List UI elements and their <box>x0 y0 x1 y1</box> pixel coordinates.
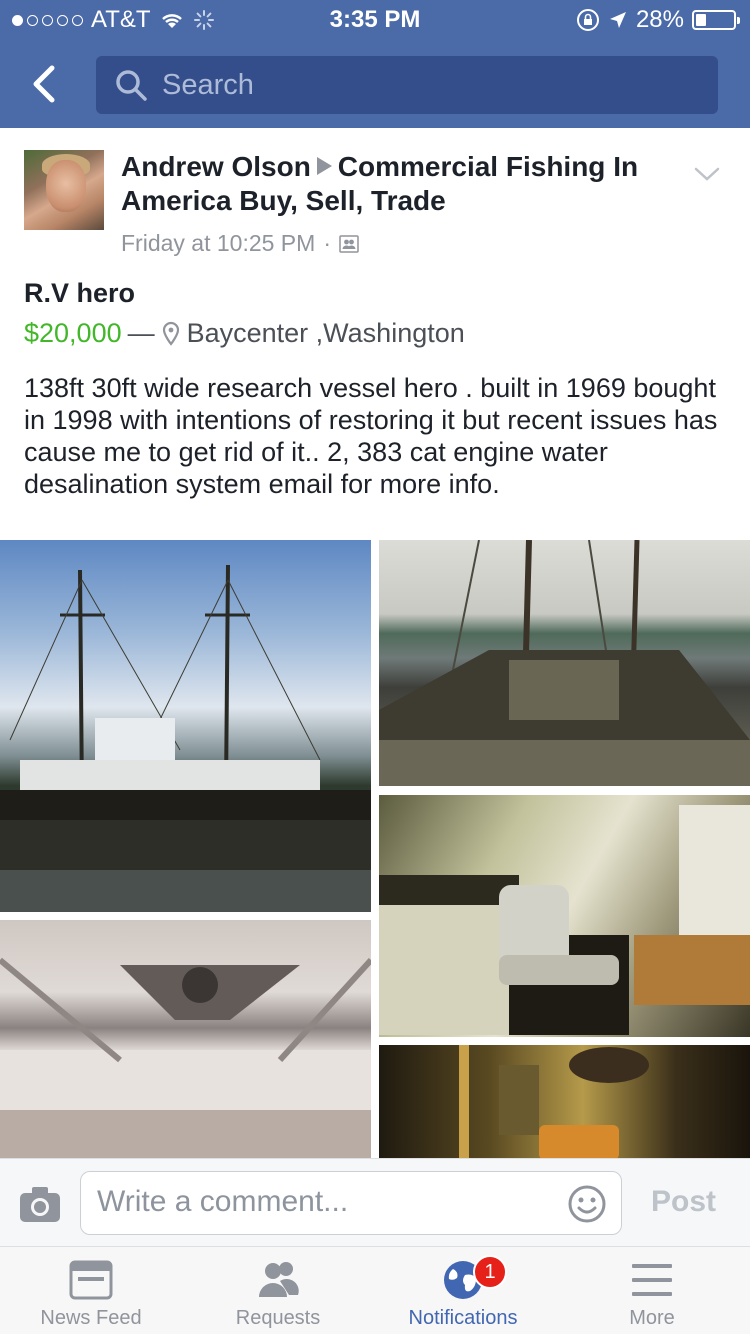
location-arrow-icon <box>609 12 626 28</box>
status-bar: AT&T 3:35 PM 28% <box>0 0 750 40</box>
post-meta: Friday at 10:25 PM · <box>121 230 359 257</box>
shared-to-arrow-icon <box>316 157 332 175</box>
listing-photo-engine-room[interactable] <box>379 1045 750 1160</box>
ship-dock-photo-art <box>0 564 371 912</box>
nav-bar: Search <box>0 40 750 128</box>
battery-icon <box>692 10 740 30</box>
top-bar: AT&T 3:35 PM 28% Search <box>0 0 750 128</box>
price-location-dash: — <box>127 318 155 348</box>
friend-requests-icon <box>259 1262 299 1297</box>
camera-icon[interactable] <box>18 1184 62 1224</box>
listing-description: 138ft 30ft wide research vessel hero . b… <box>24 373 718 499</box>
news-feed-icon <box>69 1260 113 1300</box>
search-placeholder: Search <box>162 68 254 101</box>
listing-photo-cabin-chair[interactable] <box>379 795 750 1037</box>
listing-location: Baycenter ,Washington <box>186 318 465 348</box>
tab-news-feed-label: News Feed <box>40 1307 142 1329</box>
listing-photo-ship-dock[interactable] <box>0 540 371 912</box>
post-timestamp[interactable]: Friday at 10:25 PM <box>121 230 315 257</box>
hull-interior-photo-art <box>0 957 371 1160</box>
tab-bar: News Feed Requests 1 Notifications More <box>0 1246 750 1334</box>
post-header: Andrew Olson Commercial Fishing In Americ… <box>24 150 724 260</box>
emoji-smile-icon[interactable] <box>567 1184 607 1224</box>
tab-notifications-label: Notifications <box>408 1307 518 1329</box>
post-author-line: Andrew Olson Commercial Fishing In Americ… <box>121 150 681 218</box>
tab-more-label: More <box>629 1307 675 1329</box>
rotation-lock-icon <box>576 9 599 31</box>
location-pin-icon <box>162 321 179 346</box>
post-comment-button[interactable]: Post <box>651 1185 716 1219</box>
cabin-chair-photo-art <box>379 805 750 1035</box>
tab-more[interactable]: More <box>562 1247 742 1335</box>
listing-price: $20,000 <box>24 318 122 348</box>
tab-news-feed[interactable]: News Feed <box>1 1247 181 1335</box>
listing-title: R.V hero <box>24 278 136 308</box>
tab-requests[interactable]: Requests <box>188 1247 368 1335</box>
listing-price-line: $20,000 — Baycenter ,Washington <box>24 318 465 349</box>
comment-input[interactable]: Write a comment... <box>80 1171 622 1235</box>
tab-requests-label: Requests <box>235 1307 321 1329</box>
battery-percent: 28% <box>635 6 684 33</box>
hamburger-menu-icon <box>632 1264 672 1296</box>
listing-photo-hull-interior[interactable] <box>0 920 371 1160</box>
group-audience-icon <box>339 234 359 253</box>
comment-placeholder: Write a comment... <box>97 1185 349 1218</box>
meta-separator: · <box>323 230 331 256</box>
search-input[interactable]: Search <box>96 56 718 114</box>
chevron-down-icon[interactable] <box>692 162 722 186</box>
notifications-badge: 1 <box>473 1255 507 1289</box>
status-right: 28% <box>576 6 740 34</box>
listing-photo-deck[interactable] <box>379 540 750 786</box>
engine-room-photo-art <box>459 1045 649 1160</box>
author-name-link[interactable]: Andrew Olson <box>121 151 311 182</box>
tab-notifications[interactable]: 1 Notifications <box>373 1247 553 1335</box>
back-arrow-icon[interactable] <box>26 62 66 106</box>
avatar[interactable] <box>24 150 104 230</box>
deck-photo-art <box>379 540 750 786</box>
search-icon <box>116 70 147 101</box>
comment-bar: Write a comment... Post <box>0 1158 750 1246</box>
